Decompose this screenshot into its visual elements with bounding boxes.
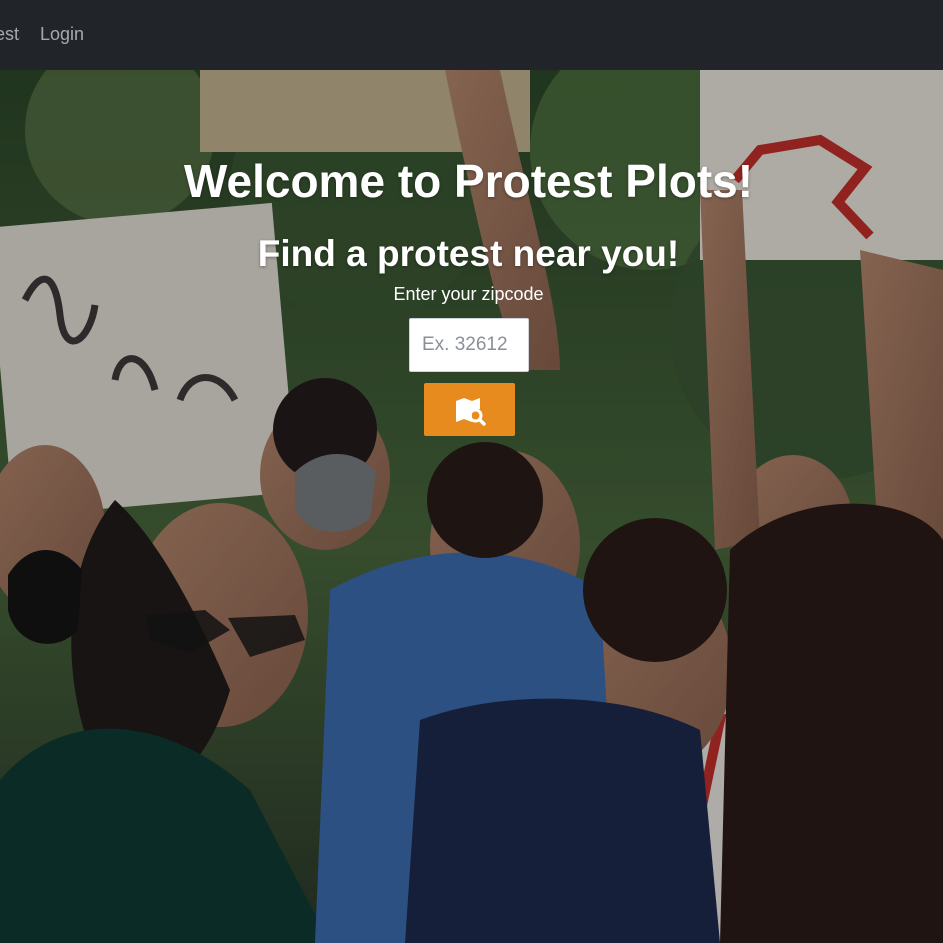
hero-subtitle: Find a protest near you! — [257, 232, 680, 274]
nav-link-protests[interactable]: Protests — [0, 22, 20, 46]
hero-section: Welcome to Protest Plots! Find a protest… — [0, 70, 943, 943]
hero-title: Welcome to Protest Plots! — [183, 154, 754, 207]
zipcode-label: Enter your zipcode — [393, 284, 544, 304]
map-search-button[interactable] — [424, 383, 515, 436]
top-navbar: Protests Login — [0, 0, 943, 70]
map-search-icon — [455, 397, 486, 426]
nav-link-login[interactable]: Login — [40, 22, 84, 46]
zipcode-input[interactable] — [409, 318, 529, 372]
